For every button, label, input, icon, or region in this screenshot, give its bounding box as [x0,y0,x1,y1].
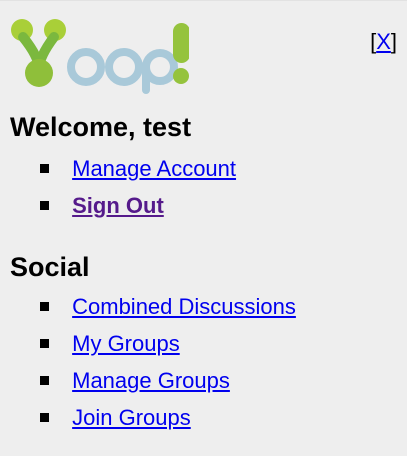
close-button[interactable]: X [376,29,391,54]
my-groups-link[interactable]: My Groups [72,331,180,356]
social-heading: Social [10,252,90,282]
close-link: [X] [370,29,397,54]
square-bullet-icon [40,200,49,210]
yoop-logo[interactable] [9,13,190,95]
list-item: Join Groups [40,404,296,441]
welcome-heading: Welcome, test [10,112,192,142]
square-bullet-icon [40,338,49,348]
list-item: Manage Groups [40,367,296,404]
list-item: Sign Out [40,192,236,229]
manage-account-link[interactable]: Manage Account [72,156,236,181]
square-bullet-icon [40,301,49,311]
list-item: My Groups [40,330,296,367]
menu-panel: [X] Welcome, test Manage Account Sign Ou… [0,0,407,456]
combined-discussions-link[interactable]: Combined Discussions [72,294,296,319]
list-item: Manage Account [40,155,236,192]
account-menu: Manage Account Sign Out [40,155,236,229]
manage-groups-link[interactable]: Manage Groups [72,368,230,393]
sign-out-link[interactable]: Sign Out [72,193,164,218]
join-groups-link[interactable]: Join Groups [72,405,191,430]
yoop-logo-graphic [11,19,190,94]
square-bullet-icon [40,163,49,173]
list-item: Combined Discussions [40,293,296,330]
square-bullet-icon [40,375,49,385]
square-bullet-icon [40,412,49,422]
social-menu: Combined Discussions My Groups Manage Gr… [40,293,296,441]
